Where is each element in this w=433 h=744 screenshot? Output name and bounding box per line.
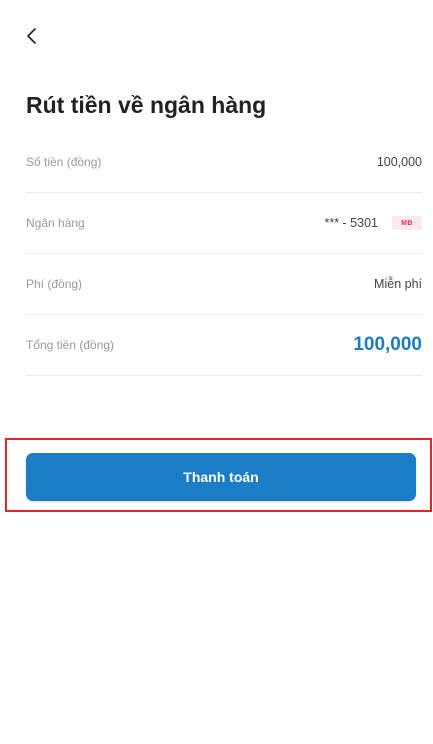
summary-list: Số tiền (đồng) 100,000 Ngân hàng *** - 5… [26,132,422,376]
amount-value: 100,000 [376,155,422,169]
pay-button[interactable]: Thanh toán [26,453,416,501]
chevron-left-icon [27,28,36,44]
bank-account-value: *** - 5301 [324,216,378,230]
bank-label: Ngân hàng [26,216,85,230]
bank-value-group: *** - 5301 MB [324,216,422,230]
amount-row: Số tiền (đồng) 100,000 [26,132,422,193]
fee-row: Phí (đồng) Miễn phí [26,254,422,315]
total-value: 100,000 [353,334,422,355]
amount-label: Số tiền (đồng) [26,155,102,169]
bank-row[interactable]: Ngân hàng *** - 5301 MB [26,193,422,254]
page-title: Rút tiền về ngân hàng [26,92,267,118]
bank-logo: MB [392,216,422,230]
total-row: Tổng tiền (đồng) 100,000 [26,315,422,376]
fee-label: Phí (đồng) [26,277,83,291]
back-button[interactable] [20,24,44,48]
fee-value: Miễn phí [374,277,422,291]
total-label: Tổng tiền (đồng) [26,338,115,352]
